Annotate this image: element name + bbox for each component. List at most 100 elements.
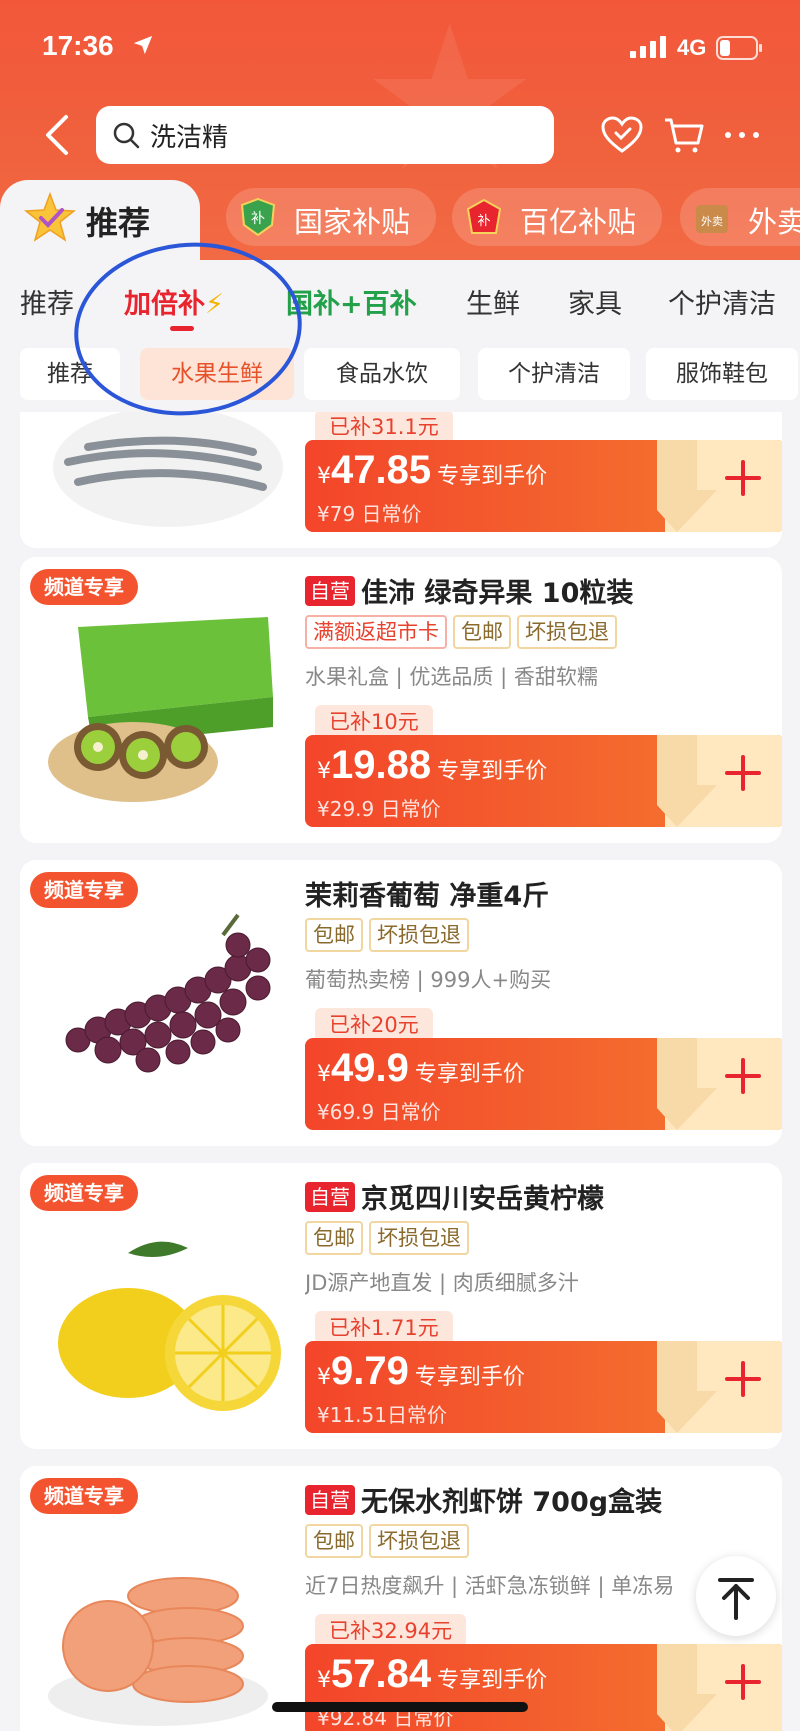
currency-symbol: ¥ xyxy=(317,759,331,784)
subtab-national-plus-billion[interactable]: 国补+百补 xyxy=(286,282,417,321)
subtab-personal-care[interactable]: 个护清洁 xyxy=(668,282,776,321)
tag: 包邮 xyxy=(453,615,511,649)
plus-icon xyxy=(725,755,761,791)
price-main: ¥47.85 专享到手价 xyxy=(317,448,547,493)
product-description: 水果礼盒 | 优选品质 | 香甜软糯 xyxy=(305,665,598,689)
add-to-cart-button[interactable] xyxy=(657,1644,782,1731)
status-bar: 17:36 4G xyxy=(0,0,800,100)
product-tags: 包邮 坏损包退 xyxy=(305,1221,475,1255)
subsidy-badge-icon: 补 xyxy=(466,198,502,234)
product-card[interactable]: 频道专享 自营 京觅四川安岳黄柠檬 包邮 坏损包退 JD源产地直发 | 肉质细腻多汁… xyxy=(20,1163,782,1449)
tag: 坏损包退 xyxy=(369,1221,469,1255)
plus-icon xyxy=(725,460,761,496)
tag: 坏损包退 xyxy=(369,918,469,952)
price-bar: ¥9.79 专享到手价 ¥11.51日常价 xyxy=(305,1341,782,1433)
tab-national-subsidy[interactable]: 补 国家补贴 xyxy=(226,188,436,246)
location-arrow-icon xyxy=(133,35,153,55)
arrow-up-icon xyxy=(718,1578,754,1620)
price-suffix: 专享到手价 xyxy=(414,1062,525,1087)
more-options-icon[interactable] xyxy=(720,115,764,155)
tab-takeout-label: 外卖 xyxy=(748,205,800,239)
subsidy-label: 已补10元 xyxy=(315,705,433,739)
tab-billion-subsidy[interactable]: 补 百亿补贴 xyxy=(452,188,662,246)
arrow-deco-icon xyxy=(657,1341,717,1433)
original-price: ¥79 日常价 xyxy=(317,502,422,526)
tag: 包邮 xyxy=(305,1524,363,1558)
tag: 包邮 xyxy=(305,1221,363,1255)
product-card[interactable]: 频道专享 自营 佳沛 绿奇异果 10粒装 满额返超市卡 包邮 坏损包退 水果礼盒 | … xyxy=(20,557,782,843)
add-to-cart-button[interactable] xyxy=(657,735,782,827)
product-card[interactable]: 频道专享 茉莉香葡萄 净重4斤 包邮 坏损包退 葡萄热卖榜 | 999人+购买 已… xyxy=(20,860,782,1146)
product-card[interactable]: 已补31.1元 ¥47.85 专享到手价 ¥79 日常价 xyxy=(20,412,782,548)
product-description: JD源产地直发 | 肉质细腻多汁 xyxy=(305,1271,579,1295)
product-title-row: 自营 无保水剂虾饼 700g盒装 xyxy=(305,1480,775,1516)
price-value: 9.79 xyxy=(331,1349,409,1393)
subsidy-shield-label: 补 xyxy=(251,211,265,227)
self-operated-badge: 自营 xyxy=(305,1181,355,1212)
tab-takeout[interactable]: 外卖 外卖 xyxy=(680,188,800,246)
search-bar[interactable] xyxy=(96,106,554,164)
kiwi-product-image xyxy=(48,617,273,802)
category-tabs: 推荐 补 国家补贴 补 百亿补贴 外卖 外卖 xyxy=(0,180,800,260)
price-main: ¥49.9 专享到手价 xyxy=(317,1046,525,1091)
price-value: 19.88 xyxy=(331,743,432,787)
price-suffix: 专享到手价 xyxy=(414,1365,525,1390)
product-title: 茉莉香葡萄 净重4斤 xyxy=(305,881,550,910)
shrimp-product-image xyxy=(53,412,283,527)
currency-symbol: ¥ xyxy=(317,1365,331,1390)
price-bar: ¥47.85 专享到手价 ¥79 日常价 xyxy=(305,440,782,532)
price-bar: ¥19.88 专享到手价 ¥29.9 日常价 xyxy=(305,735,782,827)
price-main: ¥19.88 专享到手价 xyxy=(317,743,547,788)
tab-national-subsidy-label: 国家补贴 xyxy=(294,205,411,239)
search-input[interactable] xyxy=(150,114,540,156)
price-main: ¥57.84 专享到手价 xyxy=(317,1652,547,1697)
arrow-deco-icon xyxy=(657,735,717,827)
product-title: 京觅四川安岳黄柠檬 xyxy=(361,1184,604,1213)
takeout-bag-icon: 外卖 xyxy=(696,205,728,233)
add-to-cart-button[interactable] xyxy=(657,440,782,532)
price-suffix: 专享到手价 xyxy=(437,1668,548,1693)
product-tags: 满额返超市卡 包邮 坏损包退 xyxy=(305,615,623,649)
back-arrow-icon[interactable] xyxy=(40,113,76,157)
arrow-deco-icon xyxy=(657,1644,717,1731)
original-price: ¥11.51日常价 xyxy=(317,1403,447,1427)
chip-apparel[interactable]: 服饰鞋包 xyxy=(646,348,798,400)
subtab-fresh[interactable]: 生鲜 xyxy=(466,282,520,321)
self-operated-badge: 自营 xyxy=(305,1484,355,1515)
price-main: ¥9.79 专享到手价 xyxy=(317,1349,525,1394)
product-tags: 包邮 坏损包退 xyxy=(305,918,475,952)
tag: 坏损包退 xyxy=(517,615,617,649)
chip-food-drinks[interactable]: 食品水饮 xyxy=(304,348,460,400)
back-to-top-button[interactable] xyxy=(696,1556,776,1636)
shopping-cart-icon[interactable] xyxy=(662,115,706,155)
subtab-furniture[interactable]: 家具 xyxy=(568,282,622,321)
shrimp-cake-product-image xyxy=(48,1577,268,1726)
product-card[interactable]: 频道专享 自营 无保水剂虾饼 700g盒装 包邮 坏损包退 近7日热度飙升 | 活虾… xyxy=(20,1466,782,1731)
search-icon xyxy=(113,122,140,149)
currency-symbol: ¥ xyxy=(317,1062,331,1087)
price-suffix: 专享到手价 xyxy=(437,464,548,489)
product-title: 佳沛 绿奇异果 10粒装 xyxy=(361,578,634,607)
cellular-signal-icon xyxy=(630,36,666,58)
takeout-bag-label: 外卖 xyxy=(701,215,723,228)
product-title-row: 自营 佳沛 绿奇异果 10粒装 xyxy=(305,571,775,607)
tag: 坏损包退 xyxy=(369,1524,469,1558)
heart-favorite-icon[interactable] xyxy=(600,115,644,155)
arrow-deco-icon xyxy=(657,1038,717,1130)
add-to-cart-button[interactable] xyxy=(657,1341,782,1433)
original-price: ¥69.9 日常价 xyxy=(317,1100,441,1124)
home-indicator xyxy=(272,1702,528,1712)
price-suffix: 专享到手价 xyxy=(437,759,548,784)
tag: 包邮 xyxy=(305,918,363,952)
self-operated-badge: 自营 xyxy=(305,575,355,606)
chip-personal-care[interactable]: 个护清洁 xyxy=(478,348,630,400)
header: ★ 17:36 4G xyxy=(0,0,800,260)
add-to-cart-button[interactable] xyxy=(657,1038,782,1130)
plus-icon xyxy=(725,1361,761,1397)
subsidy-badge-label: 补 xyxy=(477,214,490,229)
product-description: 葡萄热卖榜 | 999人+购买 xyxy=(305,968,552,992)
product-title-row: 自营 京觅四川安岳黄柠檬 xyxy=(305,1177,775,1213)
subtab-recommend[interactable]: 推荐 xyxy=(20,282,74,321)
arrow-deco-icon xyxy=(657,440,717,532)
network-type: 4G xyxy=(677,35,707,60)
